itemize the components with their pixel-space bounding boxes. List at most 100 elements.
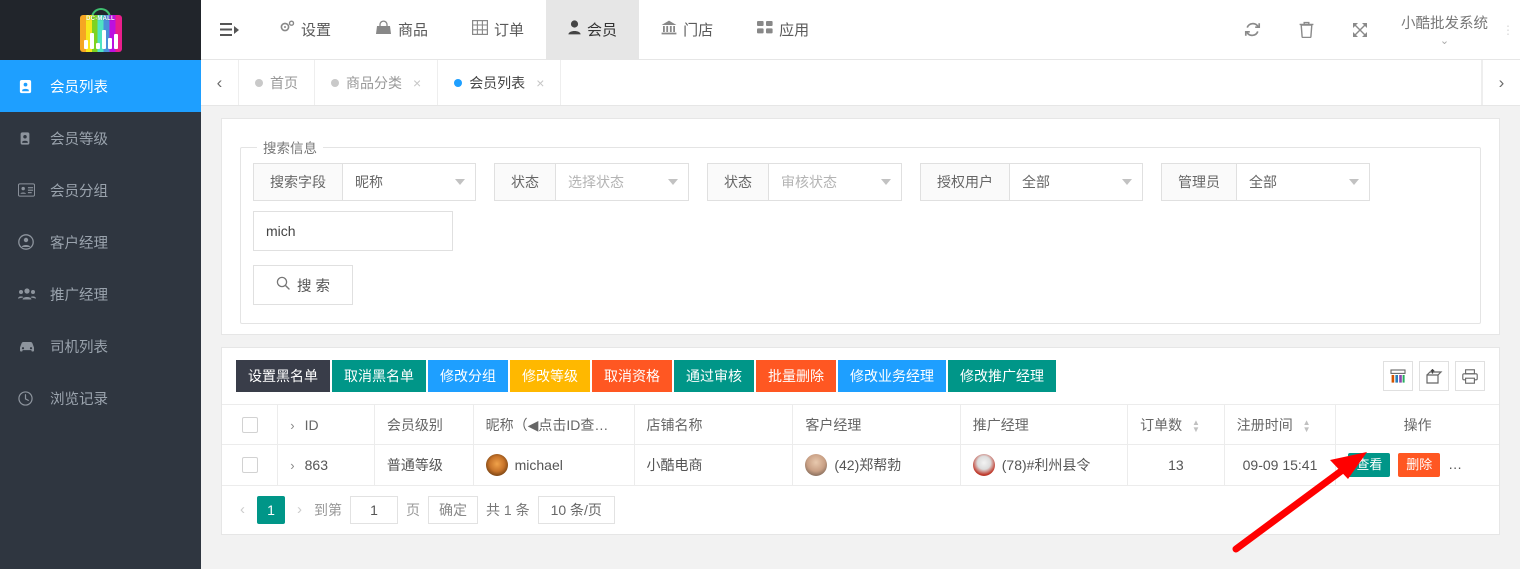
filter-select[interactable]: 选择状态	[556, 164, 688, 200]
cancel-qualification-button[interactable]: 取消资格	[592, 360, 672, 392]
approve-audit-button[interactable]: 通过审核	[674, 360, 754, 392]
id-badge-icon	[18, 131, 40, 146]
top-menu-item-products[interactable]: 商品	[353, 0, 450, 60]
print-icon[interactable]	[1455, 361, 1485, 391]
tab-close-icon[interactable]: ×	[413, 75, 421, 91]
list-indent-icon[interactable]	[201, 0, 257, 60]
set-blacklist-button[interactable]: 设置黑名单	[236, 360, 330, 392]
filter-label: 状态	[495, 164, 556, 200]
columns-filter-icon[interactable]	[1383, 361, 1413, 391]
user-menu[interactable]: 小酷批发系统 ⌄	[1387, 0, 1504, 60]
export-icon[interactable]	[1419, 361, 1449, 391]
expand-all-icon[interactable]: ›	[290, 418, 294, 433]
header-label: 注册时间	[1236, 416, 1293, 433]
header-select-all[interactable]	[222, 404, 279, 445]
sort-icon[interactable]: ▲ ▼	[1303, 418, 1311, 433]
pagination-page-1[interactable]: 1	[257, 495, 285, 524]
filter-authorized-user[interactable]: 授权用户 全部	[920, 163, 1143, 201]
tab-label: 首页	[270, 74, 298, 91]
refresh-icon[interactable]	[1225, 0, 1279, 60]
top-menu-item-apps[interactable]: 应用	[735, 0, 831, 60]
modify-business-manager-button[interactable]: 修改业务经理	[838, 360, 946, 392]
trash-icon[interactable]	[1279, 0, 1333, 60]
delete-button[interactable]: 删除	[1398, 452, 1441, 477]
row-checkbox[interactable]	[241, 457, 258, 474]
topbar-edge-handle[interactable]: ⋮	[1502, 0, 1514, 60]
top-menu-item-stores[interactable]: 门店	[639, 0, 735, 60]
table-panel: 设置黑名单 取消黑名单 修改分组 修改等级 取消资格 通过审核 批量删除 修改业…	[221, 347, 1500, 535]
modify-level-button[interactable]: 修改等级	[510, 360, 590, 392]
pagination-goto-input[interactable]	[350, 495, 398, 524]
header-orders[interactable]: 订单数 ▲ ▼	[1127, 404, 1225, 445]
table-row[interactable]: › 863 普通等级 michael 小酷电商 (42)郑帮勃 (78)#利州县…	[222, 444, 1499, 485]
top-menu-label: 应用	[779, 22, 810, 39]
app-logo[interactable]: DC-MALL	[0, 0, 201, 60]
header-customer-manager[interactable]: 客户经理	[792, 404, 961, 445]
top-menu-item-members[interactable]: 会员	[546, 0, 640, 60]
filter-status[interactable]: 状态 选择状态	[494, 163, 689, 201]
search-keyword-input[interactable]	[253, 211, 453, 251]
tab-label: 会员列表	[469, 74, 526, 91]
search-panel: 搜索信息 搜索字段 昵称 状态 选择状态 状态 审核状态 授权用户 全部 管理员…	[221, 118, 1500, 335]
sidebar-item-member-list[interactable]: 会员列表	[0, 60, 201, 112]
modify-group-button[interactable]: 修改分组	[428, 360, 508, 392]
sort-icon[interactable]: ▲ ▼	[1192, 418, 1200, 433]
expand-row-icon[interactable]: ›	[290, 458, 294, 473]
sidebar-item-customer-manager[interactable]: 客户经理	[0, 216, 201, 268]
approved-status-button[interactable]: 已通过	[1448, 452, 1499, 477]
row-select-cell[interactable]	[222, 444, 279, 485]
top-menu-item-orders[interactable]: 订单	[450, 0, 546, 60]
tab-close-icon[interactable]: ×	[536, 75, 544, 91]
fullscreen-icon[interactable]	[1333, 0, 1387, 60]
filter-select[interactable]: 审核状态	[769, 164, 901, 200]
pagination-confirm-button[interactable]: 确定	[428, 495, 478, 524]
top-menu-label: 会员	[587, 22, 618, 39]
cancel-blacklist-button[interactable]: 取消黑名单	[332, 360, 426, 392]
sidebar-item-member-group[interactable]: 会员分组	[0, 164, 201, 216]
sidebar: DC-MALL 会员列表 会员等级 会员分组 客户经理 推广经理 司机列表 浏览…	[0, 0, 201, 569]
sidebar-item-promotion-manager[interactable]: 推广经理	[0, 268, 201, 320]
search-button-label: 搜 索	[296, 278, 331, 295]
chevron-right-icon[interactable]: ›	[1482, 60, 1520, 105]
header-register-time[interactable]: 注册时间 ▲ ▼	[1224, 404, 1337, 445]
pagination-next[interactable]: ›	[293, 501, 306, 518]
filter-admin[interactable]: 管理员 全部	[1161, 163, 1370, 201]
cell-id[interactable]: › 863	[277, 444, 375, 485]
chevron-left-icon[interactable]: ‹	[201, 60, 239, 105]
search-legend: 搜索信息	[263, 141, 317, 156]
sidebar-item-driver-list[interactable]: 司机列表	[0, 320, 201, 372]
filter-select[interactable]: 全部	[1010, 164, 1142, 200]
filter-label: 状态	[708, 164, 769, 200]
tiger-avatar	[485, 453, 508, 476]
modify-promotion-manager-button[interactable]: 修改推广经理	[948, 360, 1056, 392]
pagination-page-unit: 页	[406, 501, 420, 518]
tab-home[interactable]: 首页	[239, 60, 315, 105]
tab-product-category[interactable]: 商品分类 ×	[315, 60, 439, 105]
filter-select[interactable]: 昵称	[343, 164, 475, 200]
view-button[interactable]: 查看	[1348, 452, 1391, 477]
sidebar-item-member-level[interactable]: 会员等级	[0, 112, 201, 164]
pagination-prev[interactable]: ‹	[236, 501, 249, 518]
tab-bar: ‹ 首页 商品分类 × 会员列表 × ›	[201, 60, 1520, 106]
top-actions: 小酷批发系统 ⌄ ⋮	[1225, 0, 1520, 60]
pagination-page-size[interactable]: 10 条/页	[537, 495, 615, 524]
batch-delete-button[interactable]: 批量删除	[756, 360, 836, 392]
header-shop[interactable]: 店铺名称	[634, 404, 794, 445]
filter-audit-status[interactable]: 状态 审核状态	[707, 163, 902, 201]
user-name: 小酷批发系统	[1401, 16, 1488, 32]
table-icon	[472, 20, 489, 39]
header-level[interactable]: 会员级别	[374, 404, 474, 445]
tab-member-list[interactable]: 会员列表 ×	[438, 60, 562, 105]
header-id[interactable]: › ID	[277, 404, 375, 445]
sidebar-item-browse-history[interactable]: 浏览记录	[0, 372, 201, 424]
search-button[interactable]: 搜 索	[253, 265, 353, 305]
chevron-down-icon: ⌄	[1439, 35, 1450, 47]
select-all-checkbox[interactable]	[241, 417, 258, 434]
top-menu-item-settings[interactable]: 设置	[257, 0, 353, 60]
header-promotion-manager[interactable]: 推广经理	[960, 404, 1129, 445]
filter-search-field[interactable]: 搜索字段 昵称	[253, 163, 476, 201]
filter-select[interactable]: 全部	[1237, 164, 1369, 200]
header-nickname[interactable]: 昵称（◀点击ID查看更多...	[473, 404, 635, 445]
cell-orders: 13	[1127, 444, 1225, 485]
cell-operations: 查看 删除 已通过	[1335, 444, 1499, 485]
